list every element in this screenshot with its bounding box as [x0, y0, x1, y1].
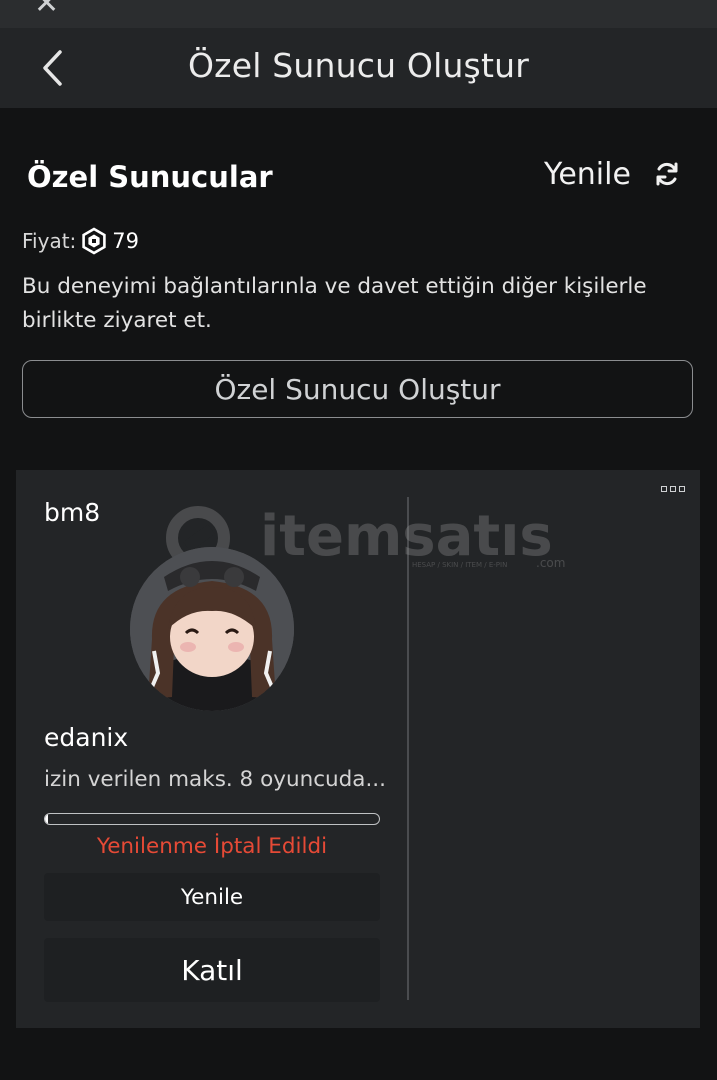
player-count-text: izin verilen maks. 8 oyuncuda... — [44, 767, 386, 792]
status-text: Yenilenme İptal Edildi — [96, 834, 328, 859]
svg-text:HESAP / SKIN / ITEM / E-PIN: HESAP / SKIN / ITEM / E-PIN — [412, 561, 507, 569]
close-icon[interactable]: ✕ — [34, 0, 59, 21]
refresh-button[interactable]: Yenile — [544, 152, 681, 196]
svg-text:.com: .com — [536, 556, 565, 570]
robux-icon — [82, 227, 106, 255]
avatar — [130, 547, 294, 711]
progress-fill — [45, 814, 49, 824]
section-title: Özel Sunucular — [27, 160, 273, 194]
svg-text:itemsatıs: itemsatıs — [260, 504, 553, 569]
create-private-server-button[interactable]: Özel Sunucu Oluştur — [22, 360, 693, 418]
renew-button[interactable]: Yenile — [44, 873, 380, 921]
refresh-label: Yenile — [544, 156, 631, 192]
header-bar: Özel Sunucu Oluştur — [0, 28, 717, 108]
server-name: bm8 — [44, 498, 101, 527]
price-row: Fiyat: 79 — [22, 227, 139, 255]
price-label: Fiyat: — [22, 229, 77, 253]
owner-name: edanix — [44, 723, 129, 752]
price-amount: 79 — [112, 229, 140, 253]
refresh-icon — [656, 162, 678, 186]
page-title: Özel Sunucu Oluştur — [188, 46, 529, 85]
join-button[interactable]: Katıl — [44, 938, 380, 1002]
player-progress-bar — [44, 813, 380, 825]
description-text: Bu deneyimi bağlantılarınla ve davet ett… — [22, 274, 647, 333]
top-status-strip: ✕ — [0, 0, 717, 28]
more-options-icon[interactable] — [661, 486, 685, 492]
